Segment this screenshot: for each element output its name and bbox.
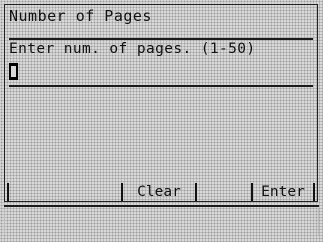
prompt-text: Enter num. of pages. (1-50) [9,41,256,57]
text-cursor [9,63,18,80]
input-underline [9,85,313,87]
enter-button[interactable]: Enter [251,183,315,201]
status-bar [4,209,319,235]
number-of-pages-dialog: Number of Pages Enter num. of pages. (1-… [4,4,318,202]
softkey-bar: Clear Enter [5,183,317,203]
clear-button-label: Clear [137,184,181,200]
status-divider [4,205,319,207]
softkey-right-bracket [313,183,315,201]
clear-button[interactable]: Clear [121,183,197,201]
page-count-input[interactable] [9,61,309,81]
lcd-screen: Number of Pages Enter num. of pages. (1-… [0,0,323,242]
softkey-left-bracket [7,183,9,201]
dialog-title: Number of Pages [9,7,152,25]
title-divider [9,38,313,40]
enter-button-label: Enter [261,184,305,200]
